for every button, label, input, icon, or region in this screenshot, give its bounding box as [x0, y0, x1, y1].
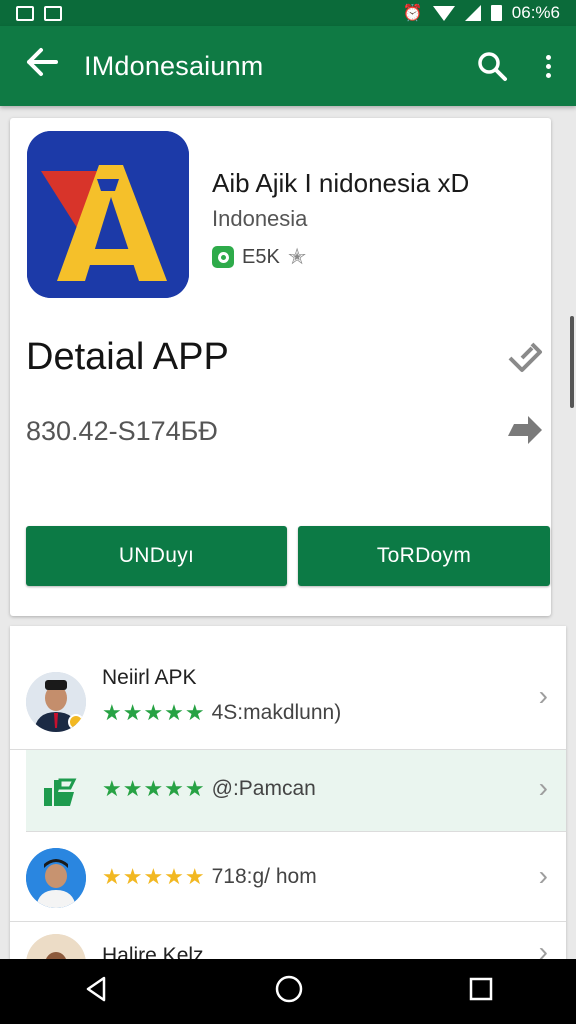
share-icon[interactable] — [506, 340, 544, 379]
chevron-right-icon: › — [538, 772, 548, 803]
gallery-icon — [16, 5, 34, 21]
forward-icon[interactable] — [506, 414, 544, 453]
app-developer[interactable]: Indonesia — [212, 206, 307, 232]
list-item-title: Neiirl APK — [102, 666, 197, 689]
detail-title: Detaial APP — [26, 336, 229, 378]
nav-bar — [0, 959, 576, 1024]
list-item-subtitle: 4S:makdlunn) — [211, 701, 342, 724]
rating-stars: ★★★★★ — [102, 700, 206, 725]
alarm-icon: ⏰ — [402, 5, 423, 22]
nav-home-icon[interactable] — [274, 974, 304, 1009]
battery-icon — [490, 5, 502, 21]
rating-badge-icon — [212, 246, 234, 268]
list-item-meta: ★★★★★ @:Pamcan — [102, 776, 316, 802]
list-item-meta: ★★★★★ 718:g/ hom — [102, 864, 317, 890]
list-item-meta: ★★★★★ 4S:makdlunn) — [102, 700, 341, 726]
app-detail-card: Aib Ajik I nidonesia хD Indonesia E5K ✭ … — [10, 118, 551, 616]
avatar — [26, 672, 86, 732]
chevron-right-icon: › — [538, 860, 548, 891]
more-vert-icon[interactable] — [520, 54, 576, 78]
search-icon[interactable] — [464, 50, 520, 82]
app-name: Aib Ajik I nidonesia хD — [212, 168, 470, 198]
related-list: Neiirl APK ★★★★★ 4S:makdlunn) › ★★★★★ @:… — [10, 626, 566, 966]
app-bar-title: IMdonesaiunm — [84, 50, 264, 81]
secondary-action-button[interactable]: ToRDoym — [298, 526, 550, 586]
signal-icon — [464, 5, 481, 21]
list-item[interactable]: ★★★★★ 718:g/ hom › — [10, 832, 566, 922]
status-bar: ⏰ 06:%6 — [0, 0, 576, 26]
list-item[interactable]: Neiirl APK ★★★★★ 4S:makdlunn) › — [10, 654, 566, 750]
app-bar: IMdonesaiunm — [0, 26, 576, 106]
list-item-subtitle: 718:g/ hom — [211, 865, 317, 888]
rating-count: E5K — [242, 245, 280, 268]
photo-icon — [44, 5, 62, 21]
avatar — [26, 848, 86, 908]
app-list-icon — [40, 774, 80, 815]
rating-stars: ★★★★★ — [102, 864, 206, 889]
rating-stars: ★★★★★ — [102, 776, 206, 801]
rating-row: E5K ✭ — [212, 244, 306, 270]
scroll-indicator[interactable] — [570, 316, 574, 408]
status-right: ⏰ 06:%6 — [403, 3, 560, 23]
app-logo-icon[interactable] — [27, 131, 189, 298]
chevron-right-icon: › — [538, 680, 548, 711]
list-item-subtitle: @:Pamcan — [211, 777, 316, 800]
status-left — [16, 5, 62, 21]
list-item[interactable]: ★★★★★ @:Pamcan › — [26, 750, 566, 832]
status-time: 06:%6 — [511, 3, 560, 22]
nav-back-icon[interactable] — [82, 975, 110, 1008]
download-button[interactable]: UNDuyı — [26, 526, 287, 586]
app-size-text: 830.42-S174БĐ — [26, 416, 218, 446]
nav-recents-icon[interactable] — [468, 976, 494, 1007]
star-icon: ✭ — [287, 244, 307, 269]
wifi-icon — [432, 5, 455, 21]
arrow-back-icon[interactable] — [0, 26, 84, 106]
